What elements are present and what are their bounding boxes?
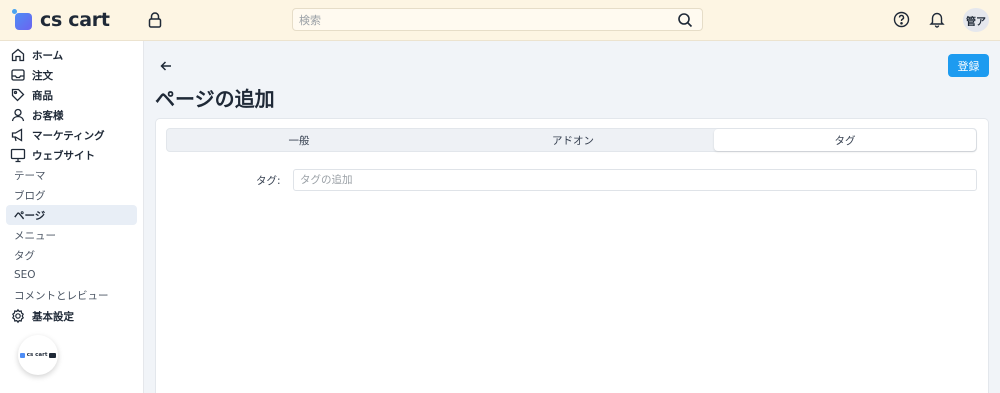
sidebar-subitem-label: ブログ <box>14 189 46 202</box>
sidebar-subitem-blog[interactable]: ブログ <box>6 185 137 205</box>
inbox-icon <box>10 67 26 83</box>
sidebar-item-label: 基本設定 <box>32 310 74 323</box>
sidebar: ホーム 注文 商品 お客様 マーケティング ウェブサイト テーマ ブログ ページ… <box>0 41 144 393</box>
top-bar: cs cart 管ア <box>0 0 1000 41</box>
cs-cart-logo[interactable]: cs cart <box>12 8 110 32</box>
sidebar-item-label: 注文 <box>32 69 53 82</box>
tab-bar: 一般 アドオン タグ <box>166 128 977 152</box>
search-icon[interactable] <box>677 12 693 28</box>
mini-logo-text: cs cart <box>26 352 48 358</box>
sidebar-subitem-pages[interactable]: ページ <box>6 205 137 225</box>
bell-icon[interactable] <box>928 10 946 28</box>
content-card <box>155 118 989 393</box>
sidebar-subitem-label: コメントとレビュー <box>14 289 109 302</box>
logo-mark-icon <box>12 9 34 31</box>
sidebar-subitem-seo[interactable]: SEO <box>6 265 137 285</box>
sidebar-subitem-label: メニュー <box>14 229 56 242</box>
tab-general[interactable]: 一般 <box>167 129 431 151</box>
sidebar-item-settings[interactable]: 基本設定 <box>6 306 137 326</box>
sidebar-item-label: ウェブサイト <box>32 149 95 162</box>
sidebar-subitem-label: ページ <box>14 209 46 222</box>
back-arrow-icon[interactable] <box>158 58 174 74</box>
sidebar-item-label: マーケティング <box>32 129 105 142</box>
mini-logo: cs cart <box>19 352 57 358</box>
sidebar-item-customers[interactable]: お客様 <box>6 105 137 125</box>
search-box <box>292 8 703 31</box>
sidebar-subitem-label: SEO <box>14 269 36 281</box>
gear-icon <box>10 308 26 324</box>
sidebar-item-orders[interactable]: 注文 <box>6 65 137 85</box>
megaphone-icon <box>10 127 26 143</box>
avatar[interactable]: 管ア <box>963 8 989 32</box>
monitor-icon <box>10 147 26 163</box>
sidebar-item-label: ホーム <box>32 49 64 62</box>
sidebar-subitem-menus[interactable]: メニュー <box>6 225 137 245</box>
sidebar-item-home[interactable]: ホーム <box>6 45 137 65</box>
home-icon <box>10 47 26 63</box>
search-input[interactable] <box>299 12 669 28</box>
user-icon <box>10 107 26 123</box>
tab-tags[interactable]: タグ <box>714 129 976 151</box>
sidebar-subitem-themes[interactable]: テーマ <box>6 165 137 185</box>
sidebar-item-label: お客様 <box>32 109 64 122</box>
tag-input[interactable] <box>293 169 977 191</box>
sidebar-subitem-label: タグ <box>14 249 35 262</box>
sidebar-item-marketing[interactable]: マーケティング <box>6 125 137 145</box>
logo-text: cs cart <box>40 9 110 31</box>
sidebar-item-website[interactable]: ウェブサイト <box>6 145 137 165</box>
sidebar-subitem-comments-reviews[interactable]: コメントとレビュー <box>6 285 137 305</box>
sidebar-item-label: 商品 <box>32 89 53 102</box>
floating-logo-button[interactable]: cs cart <box>18 335 58 375</box>
sidebar-subitem-label: テーマ <box>14 169 46 182</box>
page-title: ページの追加 <box>155 87 275 111</box>
sidebar-subitem-tags[interactable]: タグ <box>6 245 137 265</box>
tag-field-label: タグ: <box>256 175 281 187</box>
sidebar-item-products[interactable]: 商品 <box>6 85 137 105</box>
lock-icon[interactable] <box>146 11 164 29</box>
help-icon[interactable] <box>893 11 910 28</box>
save-button[interactable]: 登録 <box>948 54 989 77</box>
tab-addons[interactable]: アドオン <box>441 129 705 151</box>
tag-icon <box>10 87 26 103</box>
